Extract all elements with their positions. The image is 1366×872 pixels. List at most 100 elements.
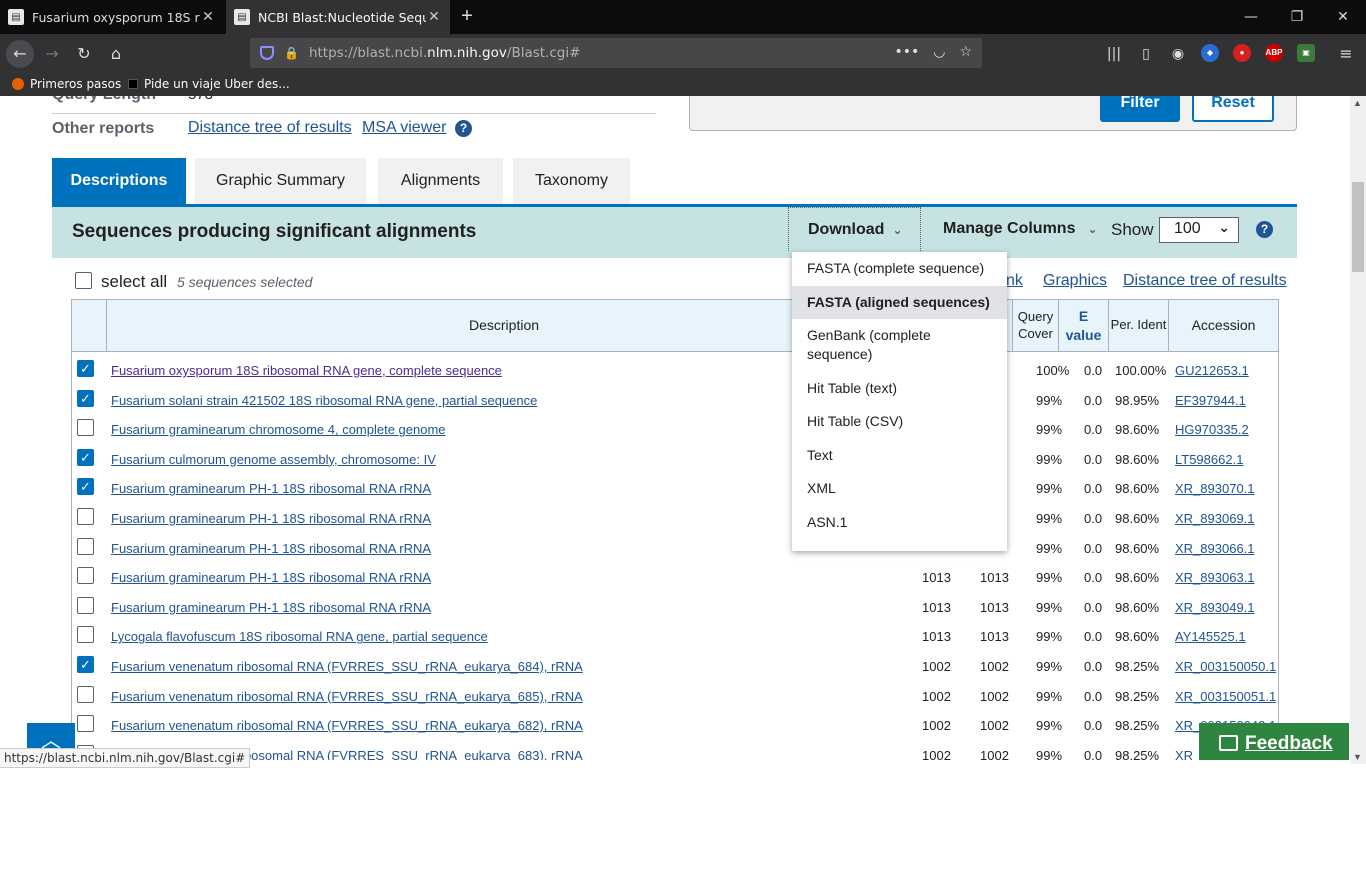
accession-link[interactable]: HG970335.2 bbox=[1175, 422, 1249, 437]
bookmark-uber[interactable]: Pide un viaje Uber des... bbox=[128, 77, 290, 91]
description-link[interactable]: Fusarium venenatum ribosomal RNA (FVRRES… bbox=[111, 718, 583, 733]
page-actions-icon[interactable]: ••• bbox=[894, 44, 919, 60]
row-checkbox[interactable] bbox=[77, 537, 94, 555]
feedback-button[interactable]: Feedback bbox=[1199, 723, 1349, 760]
row-checkbox[interactable]: ✓ bbox=[77, 478, 94, 496]
extension-shield-icon[interactable]: ● bbox=[1233, 44, 1251, 62]
close-tab-icon[interactable]: ✕ bbox=[426, 9, 442, 25]
url-bar[interactable]: 🔒 https://blast.ncbi. nlm.nih.gov/Blast.c… bbox=[250, 38, 982, 68]
browser-tab-fusarium[interactable]: ▤ Fusarium oxysporum 18S ribosomal RNA ✕ bbox=[0, 0, 224, 34]
download-asn1[interactable]: ASN.1 bbox=[792, 513, 1007, 532]
new-tab-icon[interactable]: + bbox=[455, 4, 479, 28]
sidebar-icon[interactable]: ▯ bbox=[1132, 40, 1160, 68]
description-link[interactable]: Fusarium graminearum PH-1 18S ribosomal … bbox=[111, 481, 431, 496]
lock-icon[interactable]: 🔒 bbox=[284, 46, 299, 60]
accession-link[interactable]: AY145525.1 bbox=[1175, 629, 1246, 644]
tab-descriptions[interactable]: Descriptions bbox=[52, 158, 186, 205]
accession-link[interactable]: XR_893069.1 bbox=[1175, 511, 1255, 526]
description-link[interactable]: Fusarium solani strain 421502 18S riboso… bbox=[111, 393, 537, 408]
tab-graphic-summary[interactable]: Graphic Summary bbox=[195, 158, 366, 205]
restore-icon[interactable]: ❐ bbox=[1274, 0, 1320, 34]
row-checkbox[interactable] bbox=[77, 715, 94, 733]
description-link[interactable]: Fusarium graminearum PH-1 18S ribosomal … bbox=[111, 570, 431, 585]
library-icon[interactable]: ||| bbox=[1100, 40, 1128, 68]
extension-gem-icon[interactable]: ◆ bbox=[1201, 44, 1219, 62]
row-checkbox[interactable]: ✓ bbox=[77, 389, 94, 407]
reset-button[interactable]: Reset bbox=[1192, 96, 1274, 122]
description-link[interactable]: Fusarium graminearum PH-1 18S ribosomal … bbox=[111, 541, 431, 556]
accession-link[interactable]: XR_003150050.1 bbox=[1175, 659, 1276, 674]
bookmark-primeros-pasos[interactable]: Primeros pasos bbox=[12, 77, 121, 91]
accession-link[interactable]: XR_003150051.1 bbox=[1175, 689, 1276, 704]
tab-taxonomy[interactable]: Taxonomy bbox=[513, 158, 630, 205]
pocket-icon[interactable]: ◡ bbox=[933, 44, 945, 60]
tab-alignments[interactable]: Alignments bbox=[378, 158, 503, 205]
row-checkbox[interactable] bbox=[77, 419, 94, 437]
home-icon[interactable]: ⌂ bbox=[102, 40, 130, 68]
description-link[interactable]: Fusarium venenatum ribosomal RNA (FVRRES… bbox=[111, 659, 583, 674]
help-icon[interactable]: ? bbox=[1256, 221, 1273, 238]
scroll-up-icon[interactable]: ▲ bbox=[1353, 98, 1362, 108]
download-button[interactable]: Download ⌄ bbox=[788, 207, 921, 251]
header-e-value[interactable]: E value bbox=[1058, 300, 1108, 351]
description-link[interactable]: Fusarium culmorum genome assembly, chrom… bbox=[111, 452, 436, 467]
accession-link[interactable]: EF397944.1 bbox=[1175, 393, 1246, 408]
tracking-shield-icon[interactable] bbox=[260, 46, 274, 60]
description-link[interactable]: Fusarium graminearum PH-1 18S ribosomal … bbox=[111, 511, 431, 526]
page-scrollbar[interactable]: ▲ ▼ bbox=[1350, 96, 1366, 764]
header-query-cover[interactable]: Query Cover bbox=[1012, 300, 1058, 351]
download-text[interactable]: Text bbox=[792, 446, 1007, 465]
row-checkbox[interactable] bbox=[77, 626, 94, 644]
description-link[interactable]: Fusarium venenatum ribosomal RNA (FVRRES… bbox=[111, 689, 583, 704]
row-checkbox[interactable]: ✓ bbox=[77, 448, 94, 466]
description-link[interactable]: Lycogala flavofuscum 18S ribosomal RNA g… bbox=[111, 629, 488, 644]
download-xml[interactable]: XML bbox=[792, 479, 1007, 498]
back-icon[interactable]: ← bbox=[6, 40, 34, 68]
genbank-link[interactable]: nk bbox=[1006, 272, 1023, 290]
download-fasta-aligned[interactable]: FASTA (aligned sequences) bbox=[792, 286, 1007, 319]
download-genbank[interactable]: GenBank (complete sequence) bbox=[792, 326, 1007, 364]
accession-link[interactable]: LT598662.1 bbox=[1175, 452, 1243, 467]
row-checkbox[interactable] bbox=[77, 567, 94, 585]
header-description[interactable]: Description bbox=[106, 300, 901, 351]
accession-link[interactable]: XR_893049.1 bbox=[1175, 600, 1255, 615]
extension-clipboard-icon[interactable]: ▣ bbox=[1297, 44, 1315, 62]
row-checkbox[interactable] bbox=[77, 685, 94, 703]
description-link[interactable]: Fusarium oxysporum 18S ribosomal RNA gen… bbox=[111, 363, 502, 378]
select-all-checkbox[interactable] bbox=[75, 272, 92, 289]
header-accession[interactable]: Accession bbox=[1168, 300, 1278, 351]
close-window-icon[interactable]: ✕ bbox=[1320, 0, 1366, 34]
forward-icon[interactable]: → bbox=[38, 40, 66, 68]
help-icon[interactable]: ? bbox=[455, 120, 472, 137]
adblock-icon[interactable]: ABP bbox=[1265, 44, 1283, 62]
filter-button[interactable]: Filter bbox=[1100, 96, 1180, 122]
download-hit-table-text[interactable]: Hit Table (text) bbox=[792, 379, 1007, 398]
row-checkbox[interactable] bbox=[77, 508, 94, 525]
accession-link[interactable]: XR_893063.1 bbox=[1175, 570, 1255, 585]
msa-viewer-link[interactable]: MSA viewer bbox=[362, 119, 446, 137]
download-hit-table-csv[interactable]: Hit Table (CSV) bbox=[792, 412, 1007, 431]
row-checkbox[interactable] bbox=[77, 596, 94, 614]
minimize-icon[interactable]: — bbox=[1228, 0, 1274, 34]
header-per-ident[interactable]: Per. Ident bbox=[1108, 300, 1168, 351]
close-tab-icon[interactable]: ✕ bbox=[200, 9, 216, 25]
reload-icon[interactable]: ↻ bbox=[70, 40, 98, 68]
account-icon[interactable]: ◉ bbox=[1164, 40, 1192, 68]
graphics-link[interactable]: Graphics bbox=[1043, 272, 1107, 290]
bookmark-star-icon[interactable]: ☆ bbox=[959, 44, 972, 60]
menu-icon[interactable]: ≡ bbox=[1332, 40, 1360, 68]
accession-link[interactable]: GU212653.1 bbox=[1175, 363, 1249, 378]
accession-link[interactable]: XR_893066.1 bbox=[1175, 541, 1255, 556]
scroll-down-icon[interactable]: ▼ bbox=[1353, 752, 1362, 762]
row-checkbox[interactable]: ✓ bbox=[77, 360, 94, 377]
accession-link[interactable]: XR_893070.1 bbox=[1175, 481, 1255, 496]
row-checkbox[interactable]: ✓ bbox=[77, 656, 94, 673]
scrollbar-thumb[interactable] bbox=[1352, 182, 1364, 272]
distance-tree-link[interactable]: Distance tree of results bbox=[1123, 272, 1287, 290]
browser-tab-blast[interactable]: ▤ NCBI Blast:Nucleotide Sequence ✕ bbox=[226, 0, 450, 34]
download-fasta-complete[interactable]: FASTA (complete sequence) bbox=[792, 259, 1007, 278]
select-all-label[interactable]: select all bbox=[101, 272, 167, 292]
distance-tree-link[interactable]: Distance tree of results bbox=[188, 119, 352, 137]
show-select[interactable]: 100 ⌄ bbox=[1159, 217, 1239, 243]
manage-columns-button[interactable]: Manage Columns ⌄ bbox=[943, 220, 1098, 238]
